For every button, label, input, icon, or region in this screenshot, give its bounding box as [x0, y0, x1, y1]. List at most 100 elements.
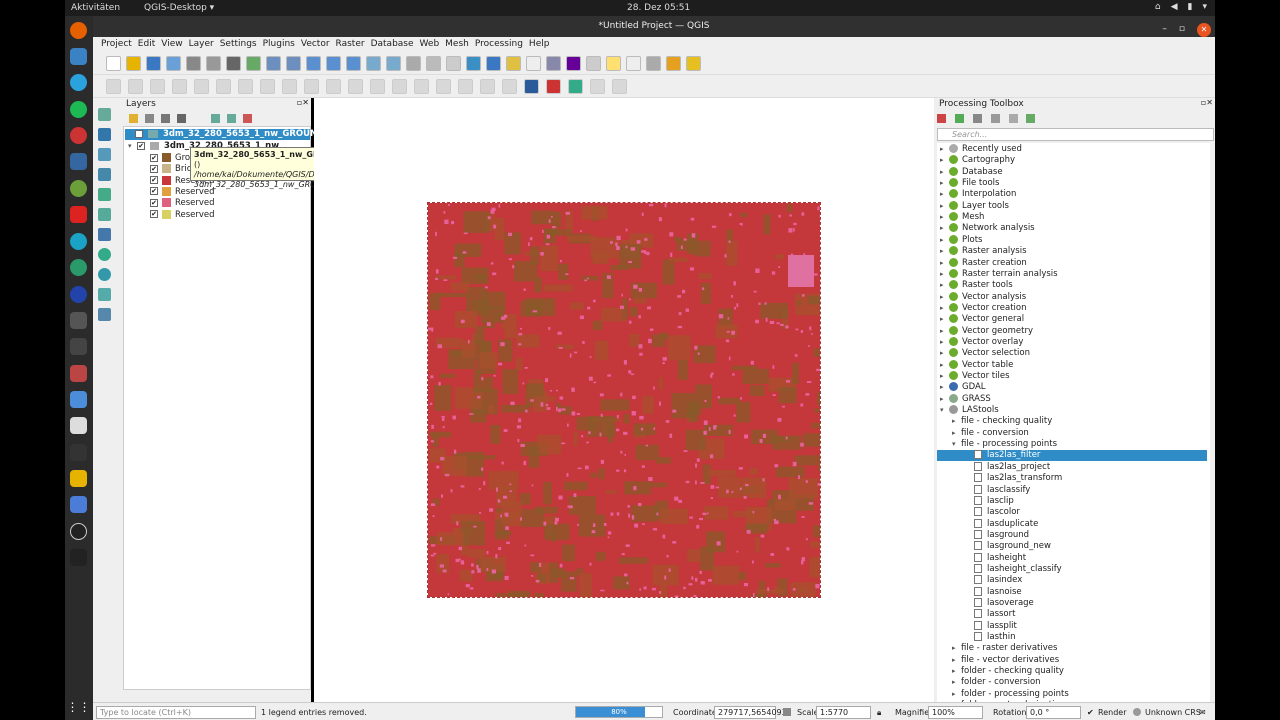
expand-arrow-icon[interactable]: ▸: [940, 303, 949, 314]
processing-category[interactable]: ▸ Cartography: [937, 155, 1207, 166]
processing-category[interactable]: ▸ Raster terrain analysis: [937, 268, 1207, 280]
digitizing-tool-17-icon[interactable]: [458, 79, 473, 94]
digitizing-tool-6-icon[interactable]: [216, 79, 231, 94]
pan-icon[interactable]: [226, 56, 241, 71]
remove-layer-icon[interactable]: [243, 114, 252, 123]
lastools-group[interactable]: ▸ file - vector derivatives: [937, 655, 1207, 666]
menu-plugins[interactable]: Plugins: [260, 37, 298, 52]
expand-arrow-icon[interactable]: ▸: [940, 258, 949, 269]
lastools-group[interactable]: ▸ folder - processing points: [937, 689, 1207, 700]
print-layout-icon[interactable]: [186, 56, 201, 71]
add-spatialite-icon[interactable]: [98, 188, 111, 201]
render-checkbox[interactable]: ✔: [1087, 708, 1094, 717]
expand-arrow-icon[interactable]: ▸: [940, 155, 949, 166]
collapse-arrow-icon[interactable]: ▾: [952, 439, 961, 450]
expand-arrow-icon[interactable]: ▸: [940, 246, 949, 257]
processing-category[interactable]: ▸ Vector general: [937, 314, 1207, 325]
add-postgis-icon[interactable]: [98, 228, 111, 241]
collapse-arrow-icon[interactable]: ▾: [940, 405, 949, 416]
lastools-group[interactable]: ▸ file - checking quality: [937, 416, 1207, 427]
tips-icon[interactable]: [686, 56, 701, 71]
tool-item[interactable]: lassort: [937, 609, 1207, 620]
expand-arrow-icon[interactable]: ▸: [940, 144, 949, 155]
digitizing-tool-19-icon[interactable]: [502, 79, 517, 94]
zoom-in-icon[interactable]: [266, 56, 281, 71]
new-map-view-icon[interactable]: [406, 56, 421, 71]
selected-tool-item[interactable]: las2las_filter: [937, 450, 1207, 462]
new-3d-view-icon[interactable]: [426, 56, 441, 71]
digitizing-tool-9-icon[interactable]: [282, 79, 297, 94]
digitizing-tool-18-icon[interactable]: [480, 79, 495, 94]
add-raster-icon[interactable]: [98, 128, 111, 141]
digitizing-tool-24-icon[interactable]: [612, 79, 627, 94]
zoom-selection-icon[interactable]: [346, 56, 361, 71]
annotation-icon[interactable]: [606, 56, 621, 71]
add-mesh-icon[interactable]: [98, 148, 111, 161]
processing-search-input[interactable]: Search...: [937, 128, 1214, 141]
notes-icon[interactable]: [70, 417, 87, 434]
pan-to-selection-icon[interactable]: [246, 56, 261, 71]
processing-category[interactable]: ▸ Raster creation: [937, 257, 1207, 269]
menu-settings[interactable]: Settings: [217, 37, 260, 52]
expand-arrow-icon[interactable]: ▸: [940, 189, 949, 200]
zoom-last-icon[interactable]: [366, 56, 381, 71]
menu-edit[interactable]: Edit: [135, 37, 158, 52]
processing-category[interactable]: ▸ Database: [937, 166, 1207, 178]
digitizing-tool-2-icon[interactable]: [128, 79, 143, 94]
digitizing-tool-11-icon[interactable]: [326, 79, 341, 94]
terminal-icon[interactable]: [70, 549, 87, 566]
lastools-group[interactable]: ▾ file - processing points: [937, 439, 1207, 450]
digitizing-tool-5-icon[interactable]: [194, 79, 209, 94]
clock[interactable]: 28. Dez 05:51: [627, 3, 690, 13]
expand-arrow-icon[interactable]: ▸: [940, 292, 949, 303]
digitizing-tool-10-icon[interactable]: [304, 79, 319, 94]
qgis-active-icon[interactable]: [70, 180, 87, 197]
tool-item[interactable]: lasheight_classify: [937, 563, 1207, 575]
digitizing-tool-4-icon[interactable]: [172, 79, 187, 94]
digitizing-tool-21-icon[interactable]: [546, 79, 561, 94]
label-icon[interactable]: [626, 56, 641, 71]
tool-item[interactable]: lasoverage: [937, 598, 1207, 609]
digitizing-tool-1-icon[interactable]: [106, 79, 121, 94]
tool-item[interactable]: lasnoise: [937, 586, 1207, 598]
processing-category[interactable]: ▸ Raster analysis: [937, 246, 1207, 257]
crs-label[interactable]: Unknown CRS: [1145, 708, 1201, 717]
expand-arrow-icon[interactable]: ▸: [940, 167, 949, 178]
legend-entry[interactable]: ✔ Bric: [150, 164, 191, 175]
mail-icon[interactable]: [70, 48, 87, 65]
edit-features-in-place-icon[interactable]: [1008, 114, 1018, 123]
digitizing-tool-22-icon[interactable]: [568, 79, 583, 94]
legend-entry-checkbox[interactable]: ✔: [150, 164, 158, 173]
processing-category[interactable]: ▸ Network analysis: [937, 223, 1207, 234]
processing-category[interactable]: ▸ File tools: [937, 178, 1207, 189]
processing-category[interactable]: ▾ LAStools: [937, 405, 1207, 416]
close-icon[interactable]: ✕: [1197, 22, 1211, 37]
spotify-icon[interactable]: [70, 101, 87, 118]
processing-category[interactable]: ▸ Vector creation: [937, 302, 1207, 314]
tool-item[interactable]: lassplit: [937, 620, 1207, 632]
lastools-group[interactable]: ▸ folder - checking quality: [937, 666, 1207, 677]
system-monitor-icon[interactable]: [70, 444, 87, 461]
app-blue-icon[interactable]: [70, 286, 87, 303]
magnifier-spinbox[interactable]: 100%: [928, 706, 983, 719]
new-project-icon[interactable]: [106, 56, 121, 71]
open-project-icon[interactable]: [126, 56, 141, 71]
locator-input[interactable]: Type to locate (Ctrl+K): [96, 706, 256, 719]
text-editor-icon[interactable]: [70, 391, 87, 408]
highlight-icon[interactable]: [666, 56, 681, 71]
expand-arrow-icon[interactable]: ▸: [952, 666, 961, 677]
add-group-icon[interactable]: [145, 114, 154, 123]
zoom-layer-icon[interactable]: [326, 56, 341, 71]
rotation-spinbox[interactable]: 0,0 °: [1026, 706, 1081, 719]
field-calculator-icon[interactable]: [546, 56, 561, 71]
inkscape-icon[interactable]: [70, 523, 87, 540]
scripts-icon[interactable]: [954, 114, 964, 123]
menu-processing[interactable]: Processing: [472, 37, 526, 52]
processing-category[interactable]: ▸ Raster tools: [937, 280, 1207, 291]
app-f-icon[interactable]: [70, 206, 87, 223]
add-virtual-layer-icon[interactable]: [98, 208, 111, 221]
expand-arrow-icon[interactable]: ▸: [940, 326, 949, 337]
menu-mesh[interactable]: Mesh: [442, 37, 472, 52]
layer-ground-row[interactable]: ✔ 3dm_32_280_5653_1_nw_GROUND: [125, 129, 324, 140]
digitizing-tool-12-icon[interactable]: [348, 79, 363, 94]
